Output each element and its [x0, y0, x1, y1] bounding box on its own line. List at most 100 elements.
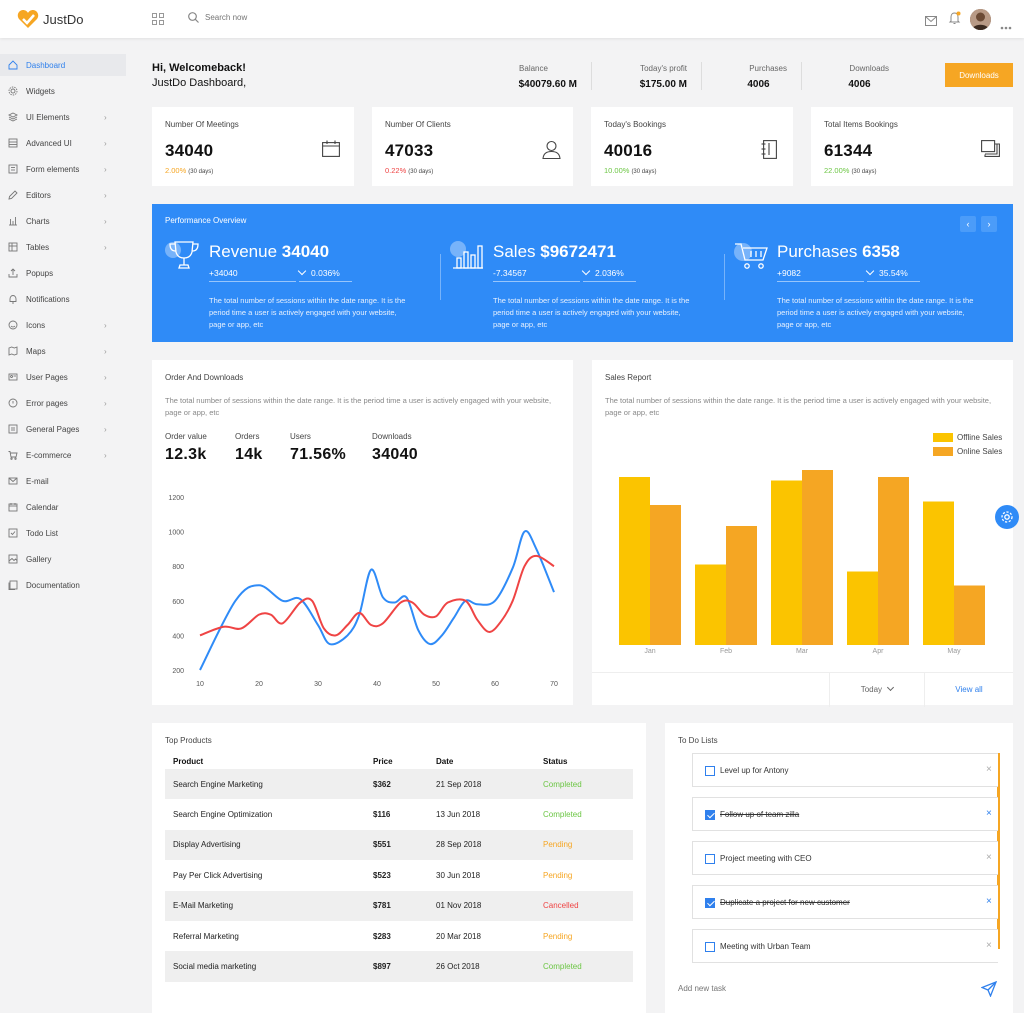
- settings-gear-icon[interactable]: [995, 505, 1019, 529]
- table-row[interactable]: Display Advertising $551 28 Sep 2018 Pendin…: [165, 829, 633, 861]
- todo-item[interactable]: Duplicate a project for new customer ×: [692, 885, 998, 919]
- logo[interactable]: JustDo: [17, 9, 83, 29]
- table-row[interactable]: Search Engine Optimization $116 13 Jun 201…: [165, 799, 633, 829]
- card-title: Sales Report: [605, 373, 652, 382]
- close-icon[interactable]: ×: [986, 808, 992, 819]
- todo-checkbox[interactable]: [705, 810, 715, 820]
- kpi-period: (30 days): [188, 169, 214, 175]
- mail-icon[interactable]: [925, 13, 937, 31]
- stat-value: 4006: [848, 79, 871, 90]
- kpi-value: 34040: [165, 141, 214, 160]
- table-row[interactable]: Pay Per Click Advertising $523 30 Jun 2018…: [165, 860, 633, 890]
- sidebar-item-label: Notifications: [26, 294, 70, 304]
- table-row[interactable]: Referral Marketing $283 20 Mar 2018 Pending: [165, 921, 633, 951]
- sidebar-item-label: General Pages: [26, 424, 80, 434]
- todo-item[interactable]: Follow up of team zilla ×: [692, 797, 998, 831]
- y-tick-label: 400: [172, 633, 184, 640]
- sidebar-item-advanced-ui[interactable]: Advanced UI ›: [0, 132, 140, 154]
- sidebar-item-popups[interactable]: Popups: [0, 262, 140, 284]
- sidebar-item-form-elements[interactable]: Form elements ›: [0, 158, 140, 180]
- table-header-row: Product Price Date Status: [165, 753, 633, 769]
- todo-checkbox[interactable]: [705, 898, 715, 908]
- chevron-right-icon: ›: [104, 424, 107, 434]
- product-date: 26 Oct 2018: [428, 951, 535, 982]
- close-icon[interactable]: ×: [986, 852, 992, 863]
- add-task-input[interactable]: [678, 984, 878, 993]
- chevron-right-icon: ›: [104, 372, 107, 382]
- legend-label: Offline Sales: [957, 433, 1003, 442]
- avatar[interactable]: [970, 9, 991, 30]
- sidebar-item-maps[interactable]: Maps ›: [0, 340, 140, 362]
- todo-checkbox[interactable]: [705, 854, 715, 864]
- sidebar-item-icons[interactable]: Icons ›: [0, 314, 140, 336]
- todo-item[interactable]: Meeting with Urban Team ×: [692, 929, 998, 963]
- sidebar-item-ui-elements[interactable]: UI Elements ›: [0, 106, 140, 128]
- sidebar-item-label: Documentation: [26, 580, 80, 590]
- more-icon[interactable]: [1000, 17, 1012, 35]
- period-dropdown[interactable]: Today: [829, 673, 925, 707]
- card-title: To Do Lists: [678, 736, 718, 745]
- prev-arrow-icon[interactable]: ‹: [960, 216, 976, 232]
- downloads-button[interactable]: Downloads: [945, 63, 1013, 87]
- underline: [299, 281, 352, 282]
- metric-value: 71.56%: [290, 446, 347, 463]
- card-title: Top Products: [165, 736, 212, 745]
- table-row[interactable]: Social media marketing $897 26 Oct 2018 Com…: [165, 951, 633, 982]
- next-arrow-icon[interactable]: ›: [981, 216, 997, 232]
- sidebar-item-e-mail[interactable]: E-mail: [0, 470, 140, 492]
- trophy-icon: [165, 241, 199, 269]
- table-row[interactable]: E-Mail Marketing $781 01 Nov 2018 Cancelled: [165, 890, 633, 921]
- sidebar-item-user-pages[interactable]: User Pages ›: [0, 366, 140, 388]
- sidebar-item-e-commerce[interactable]: E-commerce ›: [0, 444, 140, 466]
- card-title: Order And Downloads: [165, 373, 244, 382]
- kpi-change: 10.00% (30 days): [604, 166, 656, 175]
- series-line-1: [199, 554, 555, 637]
- series-line-0: [199, 530, 555, 671]
- close-icon[interactable]: ×: [986, 764, 992, 775]
- stat-label: Purchases: [749, 64, 787, 73]
- image-icon: [8, 554, 18, 564]
- sidebar-item-editors[interactable]: Editors ›: [0, 184, 140, 206]
- product-price: $116: [373, 810, 391, 820]
- chevron-right-icon: ›: [104, 320, 107, 330]
- search-input[interactable]: [205, 13, 325, 22]
- bell-icon[interactable]: [948, 11, 962, 30]
- todo-checkbox[interactable]: [705, 942, 715, 952]
- apps-grid-icon[interactable]: [152, 12, 164, 30]
- sidebar-item-charts[interactable]: Charts ›: [0, 210, 140, 232]
- close-icon[interactable]: ×: [986, 940, 992, 951]
- kpi-percent: 2.00%: [165, 166, 187, 175]
- sidebar-item-error-pages[interactable]: Error pages ›: [0, 392, 140, 414]
- sidebar-item-notifications[interactable]: Notifications: [0, 288, 140, 310]
- view-all-link[interactable]: View all: [925, 673, 1013, 707]
- perf-value: $9672471: [540, 242, 616, 261]
- kpi-label: Number Of Meetings: [165, 120, 239, 129]
- product-name: E-Mail Marketing: [165, 890, 365, 921]
- todo-item[interactable]: Project meeting with CEO ×: [692, 841, 998, 875]
- metric-label: Orders: [235, 432, 260, 441]
- todo-item[interactable]: Level up for Antony ×: [692, 753, 998, 787]
- todo-checkbox[interactable]: [705, 766, 715, 776]
- sidebar-item-tables[interactable]: Tables ›: [0, 236, 140, 258]
- user-icon: [542, 140, 561, 164]
- product-price: $283: [373, 931, 391, 941]
- cart-icon: [734, 243, 768, 269]
- table-icon: [8, 242, 18, 252]
- sidebar-item-general-pages[interactable]: General Pages ›: [0, 418, 140, 440]
- sidebar-item-documentation[interactable]: Documentation: [0, 574, 140, 596]
- todo-text: Follow up of team zilla: [720, 810, 800, 819]
- close-icon[interactable]: ×: [986, 896, 992, 907]
- sidebar-item-calendar[interactable]: Calendar: [0, 496, 140, 518]
- sidebar-item-todo-list[interactable]: Todo List: [0, 522, 140, 544]
- status-badge: Cancelled: [535, 890, 633, 921]
- checkbox-icon: [8, 528, 18, 538]
- sidebar-item-dashboard[interactable]: Dashboard: [0, 54, 126, 76]
- sidebar-item-gallery[interactable]: Gallery: [0, 548, 140, 570]
- stat-value: 4006: [747, 79, 770, 90]
- kpi-card-total-items: Total Items Bookings 61344 22.00% (30 day…: [811, 107, 1013, 186]
- bar-feb-1: [726, 526, 757, 645]
- sidebar-item-widgets[interactable]: Widgets: [0, 80, 140, 102]
- table-row[interactable]: Search Engine Marketing $362 21 Sep 2018 Co…: [165, 769, 633, 800]
- send-icon[interactable]: [980, 980, 998, 1002]
- product-date: 28 Sep 2018: [428, 829, 535, 861]
